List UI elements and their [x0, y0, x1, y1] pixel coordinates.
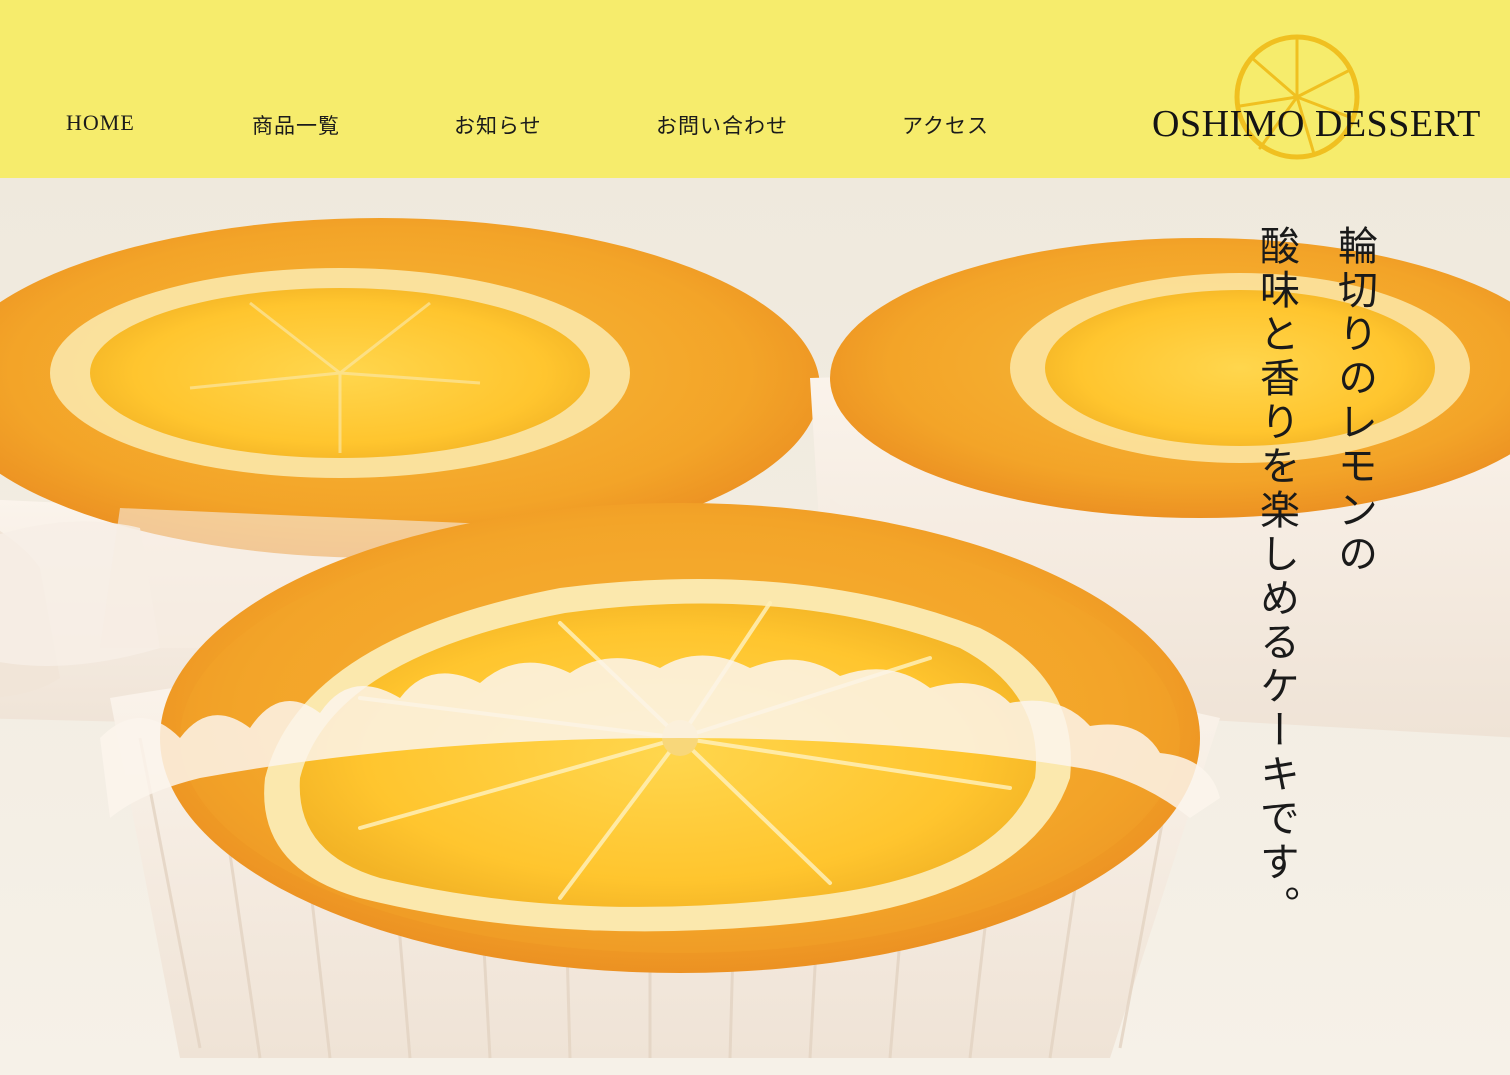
- hero-tagline-line2: 酸味と香りを楽しめるケーキです。: [1253, 225, 1299, 929]
- nav-contact-link[interactable]: お問い合わせ: [656, 110, 788, 140]
- main-nav: HOME 商品一覧 お知らせ お問い合わせ アクセス: [0, 0, 1100, 178]
- site-header: HOME 商品一覧 お知らせ お問い合わせ アクセス OSHIMO DESSER…: [0, 0, 1510, 178]
- page: HOME 商品一覧 お知らせ お問い合わせ アクセス OSHIMO DESSER…: [0, 0, 1510, 1075]
- nav-news-link[interactable]: お知らせ: [454, 110, 542, 140]
- logo-text: OSHIMO DESSERT: [1152, 103, 1481, 145]
- nav-products-link[interactable]: 商品一覧: [252, 110, 340, 140]
- nav-access-link[interactable]: アクセス: [902, 110, 989, 140]
- hero-tagline-line1: 輪切りのレモンの: [1331, 225, 1377, 577]
- nav-home-link[interactable]: HOME: [66, 110, 135, 136]
- site-logo[interactable]: OSHIMO DESSERT: [1148, 30, 1498, 170]
